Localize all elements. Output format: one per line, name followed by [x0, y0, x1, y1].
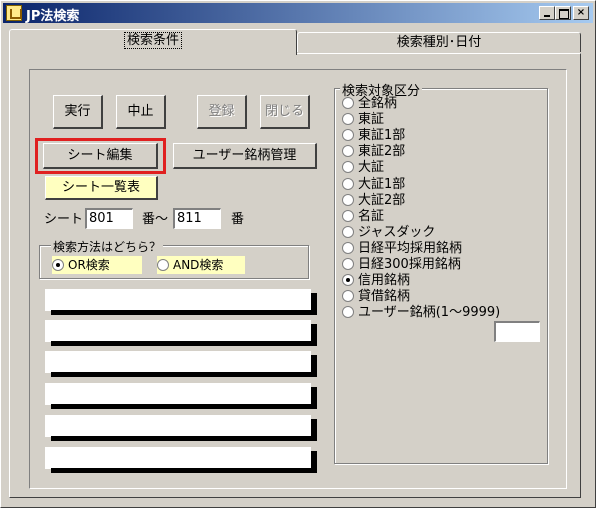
search-method-title: 検索方法はどちら？	[51, 238, 164, 255]
target-option-jasdaq[interactable]: ジャスダック	[342, 225, 435, 241]
and-search-radio[interactable]: AND検索	[157, 256, 245, 274]
tab-label: 検索条件	[123, 32, 182, 49]
register-button[interactable]: 登録	[197, 95, 247, 129]
and-search-label: AND検索	[173, 258, 224, 272]
target-option-user[interactable]: ユーザー銘柄(1〜9999)	[342, 305, 500, 321]
target-option-tse1[interactable]: 東証1部	[342, 128, 405, 144]
option-label: 全銘柄	[358, 96, 398, 111]
target-option-ose[interactable]: 大証	[342, 160, 384, 176]
result-row[interactable]	[45, 320, 317, 346]
option-label: 貸借銘柄	[358, 289, 411, 304]
option-label: 日経平均採用銘柄	[358, 241, 463, 256]
option-label: 東証1部	[358, 128, 406, 143]
window-title: JP法検索	[26, 9, 80, 24]
maximize-button[interactable]	[555, 6, 571, 20]
sheet-label: シート	[44, 212, 84, 227]
target-option-nse[interactable]: 名証	[342, 209, 384, 225]
option-label: 信用銘柄	[358, 273, 411, 288]
radio-checked-icon	[342, 274, 354, 286]
target-option-tse[interactable]: 東証	[342, 112, 384, 128]
sheet-list-button[interactable]: シート一覧表	[45, 176, 158, 200]
radio-unchecked-icon	[342, 306, 354, 318]
option-label: 東証	[358, 112, 385, 127]
target-option-all[interactable]: 全銘柄	[342, 96, 397, 112]
option-label: 大証1部	[358, 177, 406, 192]
radio-unchecked-icon	[342, 210, 354, 222]
sheet-suffix-label: 番	[231, 212, 245, 227]
title-bar[interactable]: JP法検索 ×	[3, 3, 593, 24]
tab-label: 検索種別･日付	[396, 35, 482, 50]
or-search-label: OR検索	[68, 258, 110, 272]
minimize-button[interactable]	[539, 6, 555, 20]
radio-unchecked-icon	[342, 226, 354, 238]
radio-unchecked-icon	[342, 145, 354, 157]
target-option-tse2[interactable]: 東証2部	[342, 144, 405, 160]
target-option-ose1[interactable]: 大証1部	[342, 177, 405, 193]
user-code-input[interactable]	[494, 321, 540, 342]
close-window-button[interactable]: ×	[573, 6, 589, 20]
result-row[interactable]	[45, 351, 317, 377]
target-option-nikkei300[interactable]: 日経300採用銘柄	[342, 257, 461, 273]
radio-unchecked-icon	[157, 259, 169, 271]
tab-search-type-date[interactable]: 検索種別･日付	[297, 32, 581, 52]
radio-unchecked-icon	[342, 258, 354, 270]
sheet-from-input[interactable]: 801	[85, 208, 133, 229]
result-row[interactable]	[45, 383, 317, 409]
radio-unchecked-icon	[342, 113, 354, 125]
option-label: 名証	[358, 209, 385, 224]
target-option-nikkei-avg[interactable]: 日経平均採用銘柄	[342, 241, 462, 257]
or-search-radio[interactable]: OR検索	[52, 256, 142, 274]
tab-search-conditions[interactable]: 検索条件	[9, 29, 297, 55]
option-label: ジャスダック	[358, 225, 436, 240]
radio-unchecked-icon	[342, 97, 354, 109]
option-label: 東証2部	[358, 144, 406, 159]
sheet-to-input[interactable]: 811	[173, 208, 221, 229]
result-row[interactable]	[45, 447, 317, 473]
result-row[interactable]	[45, 415, 317, 441]
radio-unchecked-icon	[342, 129, 354, 141]
target-option-loan[interactable]: 貸借銘柄	[342, 289, 410, 305]
option-label: 大証	[358, 160, 385, 175]
user-stock-manage-button[interactable]: ユーザー銘柄管理	[173, 143, 317, 169]
option-label: 大証2部	[358, 193, 406, 208]
close-button[interactable]: 閉じる	[260, 95, 310, 129]
stop-button[interactable]: 中止	[116, 95, 166, 129]
option-label: 日経300採用銘柄	[358, 257, 461, 272]
radio-unchecked-icon	[342, 161, 354, 173]
sheet-edit-button[interactable]: シート編集	[43, 143, 158, 169]
target-option-margin[interactable]: 信用銘柄	[342, 273, 410, 289]
target-option-ose2[interactable]: 大証2部	[342, 193, 405, 209]
app-icon	[6, 5, 22, 21]
run-button[interactable]: 実行	[53, 95, 103, 129]
radio-unchecked-icon	[342, 178, 354, 190]
sheet-between-label: 番〜	[142, 212, 169, 227]
app-window: JP法検索 × 検索条件 検索種別･日付 実行 中止 登録 閉じる シート編集 …	[0, 0, 596, 508]
radio-checked-icon	[52, 259, 64, 271]
radio-unchecked-icon	[342, 242, 354, 254]
result-row[interactable]	[45, 289, 317, 315]
radio-unchecked-icon	[342, 194, 354, 206]
option-label: ユーザー銘柄(1〜9999)	[358, 305, 501, 320]
radio-unchecked-icon	[342, 290, 354, 302]
